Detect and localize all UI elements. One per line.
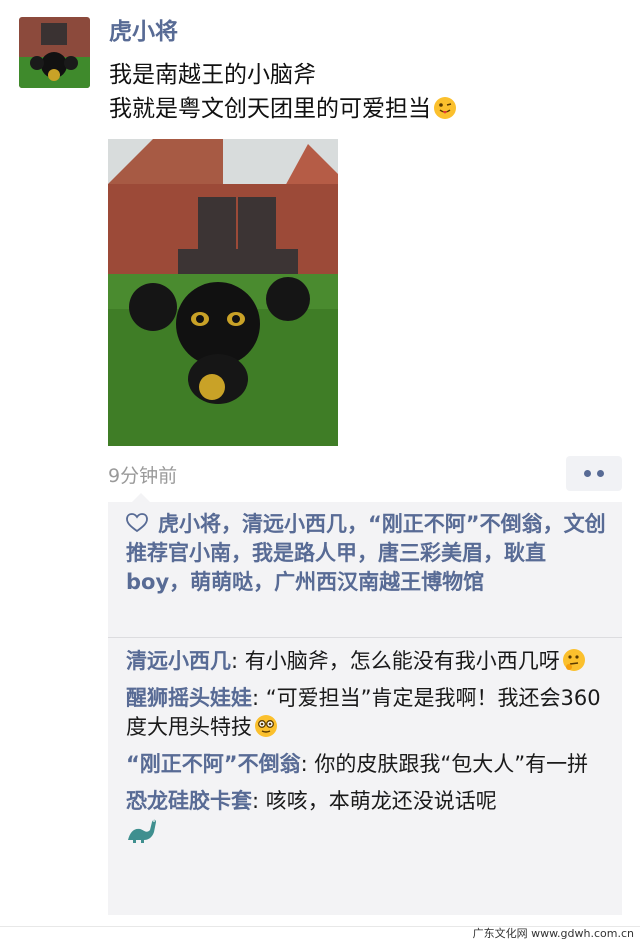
comment-item[interactable]: 清远小西几: 有小脑斧，怎么能没有我小西几呀 <box>126 647 614 676</box>
comment-panel: 虎小将，清远小西几，“刚正不阿”不倒翁，文创推荐官小南，我是路人甲，唐三彩美眉，… <box>108 493 622 915</box>
post-line-2: 我就是粤文创天团里的可爱担当 <box>109 92 457 126</box>
heart-outline-icon <box>126 513 148 533</box>
post-author[interactable]: 虎小将 <box>109 16 178 48</box>
post-photo[interactable] <box>108 139 338 446</box>
comment-item[interactable]: “刚正不阿”不倒翁: 你的皮肤跟我“包大人”有一拼 <box>126 750 614 779</box>
comment-author[interactable]: 清远小西几 <box>126 649 231 673</box>
comment-text: : 有小脑斧，怎么能没有我小西几呀 <box>231 649 560 673</box>
nerd-glasses-emoji-icon <box>255 715 277 737</box>
post-line-1: 我是南越王的小脑斧 <box>109 62 316 88</box>
likes-list[interactable]: 虎小将，清远小西几，“刚正不阿”不倒翁，文创推荐官小南，我是路人甲，唐三彩美眉，… <box>126 510 610 597</box>
comment-item[interactable]: 恐龙硅胶卡套: 咳咳，本萌龙还没说话呢 <box>126 787 614 846</box>
thinking-emoji-icon <box>562 649 585 671</box>
post-timestamp: 9分钟前 <box>108 465 178 487</box>
comment-author[interactable]: 恐龙硅胶卡套 <box>126 789 252 813</box>
divider <box>108 637 622 638</box>
comment-author[interactable]: “刚正不阿”不倒翁 <box>126 752 301 776</box>
more-dots-icon[interactable] <box>566 456 622 491</box>
panel-caret <box>132 493 150 502</box>
comment-item[interactable]: 醒狮摇头娃娃: “可爱担当”肯定是我啊！我还会360度大甩头特技 <box>126 684 614 742</box>
comment-text: : 你的皮肤跟我“包大人”有一拼 <box>300 752 589 776</box>
dinosaur-emoji-icon <box>126 816 614 846</box>
site-watermark: 广东文化网 www.gdwh.com.cn <box>472 927 634 940</box>
likes-names: 虎小将，清远小西几，“刚正不阿”不倒翁，文创推荐官小南，我是路人甲，唐三彩美眉，… <box>126 512 606 594</box>
comments-list: 清远小西几: 有小脑斧，怎么能没有我小西几呀 醒狮摇头娃娃: “可爱担当”肯定是… <box>126 647 614 854</box>
tongue-wink-emoji-icon <box>434 97 456 119</box>
comment-author[interactable]: 醒狮摇头娃娃 <box>126 686 252 710</box>
comment-text: : 咳咳，本萌龙还没说话呢 <box>252 789 497 813</box>
avatar[interactable] <box>19 17 90 88</box>
post-line-2-text: 我就是粤文创天团里的可爱担当 <box>109 96 431 122</box>
post-text: 我是南越王的小脑斧 我就是粤文创天团里的可爱担当 <box>109 58 457 126</box>
